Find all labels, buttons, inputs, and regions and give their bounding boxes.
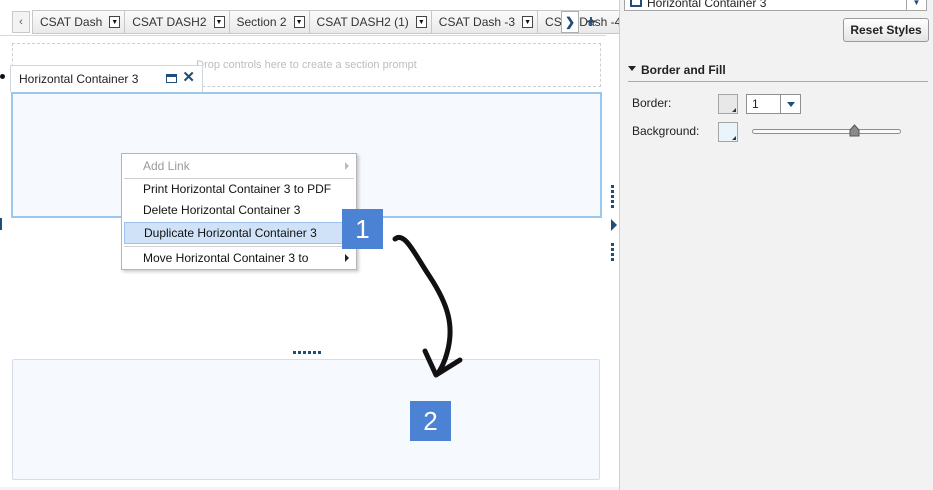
submenu-arrow-icon [345, 162, 349, 170]
section-tab-strip: ‹ CSAT Dash ▼ CSAT DASH2 ▼ Section 2 ▼ CSAT… [0, 0, 627, 36]
container-icon [630, 0, 642, 7]
maximize-icon[interactable] [166, 74, 177, 83]
tab-csat-dash[interactable]: CSAT Dash ▼ [32, 10, 126, 34]
tab-scroll-right-button[interactable]: ❯ [561, 11, 579, 33]
background-label: Background: [632, 124, 700, 138]
border-and-fill-section-header[interactable]: Border and Fill [628, 58, 928, 82]
collapse-caret-icon[interactable] [628, 66, 636, 71]
plus-icon: + [586, 12, 596, 31]
context-menu: Add Link Print Horizontal Container 3 to… [121, 153, 357, 270]
left-edge-marker [0, 218, 2, 230]
menu-item-duplicate[interactable]: Duplicate Horizontal Container 3 [124, 222, 354, 244]
close-icon[interactable]: ✕ [182, 70, 195, 85]
tab-menu-dropdown-icon[interactable]: ▼ [109, 16, 121, 28]
border-label: Border: [632, 96, 672, 110]
tab-csat-dash-3[interactable]: CSAT Dash -3 ▼ [431, 10, 539, 34]
chevron-right-icon: ❯ [564, 15, 576, 29]
container-title-tab[interactable]: Horizontal Container 3 ✕ [10, 65, 203, 92]
tab-menu-dropdown-icon[interactable]: ▼ [415, 16, 427, 28]
step-1-badge: 1 [342, 209, 383, 249]
background-color-swatch[interactable] [718, 122, 738, 142]
border-color-swatch[interactable] [718, 94, 738, 114]
background-transparency-slider[interactable] [752, 129, 901, 134]
menu-item-add-link: Add Link [124, 155, 354, 177]
menu-item-print-to-pdf[interactable]: Print Horizontal Container 3 to PDF [124, 178, 354, 200]
resize-handle-dot[interactable] [0, 74, 5, 79]
object-selector-value: Horizontal Container 3 [647, 0, 767, 10]
menu-item-move-to[interactable]: Move Horizontal Container 3 to [124, 247, 354, 269]
tab-menu-dropdown-icon[interactable]: ▼ [213, 16, 225, 28]
menu-item-delete[interactable]: Delete Horizontal Container 3 [124, 199, 354, 221]
tab-csat-dash2-1[interactable]: CSAT DASH2 (1) ▼ [309, 10, 432, 34]
tab-label: Section 2 [236, 15, 287, 29]
menu-item-label: Duplicate Horizontal Container 3 [144, 226, 317, 240]
tab-menu-dropdown-icon[interactable]: ▼ [522, 16, 534, 28]
chevron-down-icon[interactable] [780, 95, 800, 113]
drop-position-grip [293, 351, 321, 354]
tab-menu-dropdown-icon[interactable]: ▼ [293, 16, 305, 28]
tab-label: CSAT DASH2 [132, 15, 207, 29]
slider-thumb[interactable] [849, 124, 860, 137]
splitter-grip-top[interactable] [611, 185, 614, 208]
collapse-panel-arrow-icon[interactable] [611, 219, 617, 231]
report-designer: ‹ CSAT Dash ▼ CSAT DASH2 ▼ Section 2 ▼ CSAT… [0, 0, 933, 490]
container-title: Horizontal Container 3 [19, 72, 139, 86]
splitter-grip-bottom[interactable] [611, 243, 614, 261]
curved-arrow-icon [392, 235, 463, 378]
duplicated-container[interactable] [12, 359, 600, 480]
menu-item-label: Delete Horizontal Container 3 [143, 203, 301, 217]
menu-item-label: Add Link [143, 159, 190, 173]
chevron-down-icon[interactable]: ▼ [906, 0, 926, 10]
tab-label: CSAT DASH2 (1) [316, 15, 409, 29]
menu-item-label: Print Horizontal Container 3 to PDF [143, 182, 332, 196]
border-width-value: 1 [752, 97, 759, 111]
step-2-badge: 2 [410, 401, 451, 441]
border-width-select[interactable]: 1 [746, 94, 801, 114]
reset-styles-button[interactable]: Reset Styles [843, 18, 929, 42]
add-section-button[interactable]: + [582, 11, 600, 33]
tab-label: CSAT Dash [40, 15, 103, 29]
prompt-placeholder-text: Drop controls here to create a section p… [196, 59, 417, 71]
menu-item-label: Move Horizontal Container 3 to [143, 251, 309, 265]
tab-scroll-left-button[interactable]: ‹ [12, 11, 30, 33]
section-tabs: CSAT Dash ▼ CSAT DASH2 ▼ Section 2 ▼ CSAT D… [32, 10, 627, 34]
tab-label: CSAT Dash -3 [438, 15, 516, 29]
tab-section-2[interactable]: Section 2 ▼ [229, 10, 310, 34]
styles-panel: Horizontal Container 3 ▼ Reset Styles Bo… [619, 0, 933, 490]
submenu-arrow-icon [345, 254, 349, 262]
section-title: Border and Fill [641, 62, 726, 77]
chevron-left-icon: ‹ [19, 16, 23, 28]
tab-csat-dash2[interactable]: CSAT DASH2 ▼ [125, 10, 230, 34]
object-selector[interactable]: Horizontal Container 3 ▼ [624, 0, 927, 11]
